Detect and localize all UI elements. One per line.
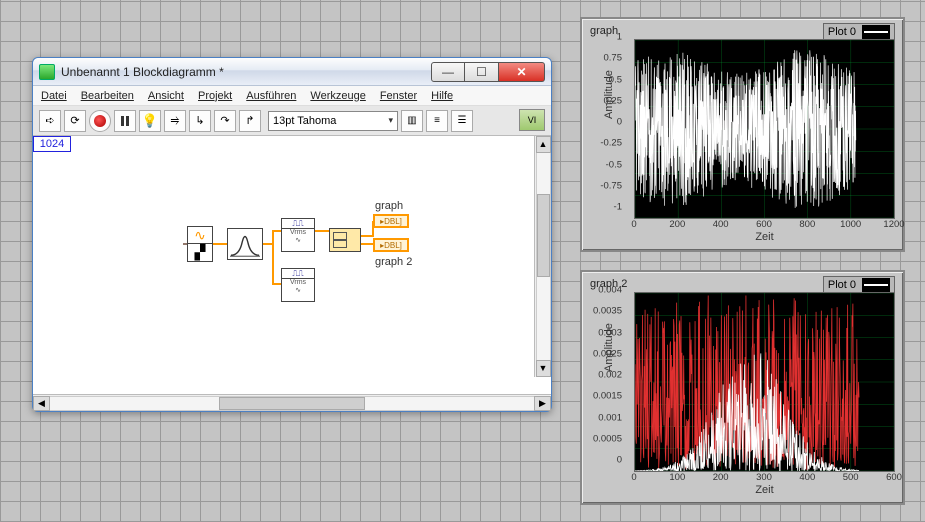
graph-panel: graph Plot 0 -1-0.75-0.5-0.2500.250.50.7…	[580, 17, 905, 252]
menu-werkzeuge[interactable]: Werkzeuge	[310, 90, 365, 102]
diagram-canvas[interactable]: 1024 ∿ ▞ ⎍⎍ Vrms∿ ⎍⎍ Vrms∿ ▸DBL] ▸DBL] g…	[33, 136, 551, 394]
menu-hilfe[interactable]: Hilfe	[431, 90, 453, 102]
noise-icon: ▞	[188, 244, 212, 261]
menu-datei[interactable]: Datei	[41, 90, 67, 102]
graph-terminal[interactable]: ▸DBL]	[373, 214, 409, 228]
scroll-right-button[interactable]: ▶	[534, 396, 551, 411]
graph-ylabel: Amplitude	[603, 70, 615, 119]
scroll-left-button[interactable]: ◀	[33, 396, 50, 411]
sine-icon: ∿	[188, 227, 212, 244]
menu-bar: Datei Bearbeiten Ansicht Projekt Ausführ…	[33, 86, 551, 106]
pause-button[interactable]	[114, 110, 136, 132]
step-into-button[interactable]: ↳	[189, 110, 211, 132]
diagram-wires	[33, 136, 551, 394]
menu-ansicht[interactable]: Ansicht	[148, 90, 184, 102]
run-continuous-button[interactable]: ⟳	[64, 110, 86, 132]
graph2-xticks: 0100200300400500600	[634, 472, 895, 484]
distribute-button[interactable]: ≡	[426, 110, 448, 132]
vertical-scrollbar[interactable]: ▲ ▼	[534, 136, 551, 377]
graph-xticks: 020040060080010001200	[634, 219, 895, 231]
run-button[interactable]: ➪	[39, 110, 61, 132]
window-title: Unbenannt 1 Blockdiagramm *	[61, 65, 431, 79]
block-diagram-window: Unbenannt 1 Blockdiagramm * — ☐ ✕ Datei …	[32, 57, 552, 412]
minimize-button[interactable]: —	[431, 62, 465, 82]
horizontal-scrollbar[interactable]: ◀ ▶	[33, 394, 551, 411]
menu-bearbeiten[interactable]: Bearbeiten	[81, 90, 134, 102]
gaussian-node[interactable]	[227, 228, 263, 260]
app-icon	[39, 64, 55, 80]
menu-projekt[interactable]: Projekt	[198, 90, 232, 102]
graph2-plot-area[interactable]: Amplitude	[634, 292, 895, 472]
step-over-button[interactable]: ↷	[214, 110, 236, 132]
toolbar: ➪ ⟳ 💡 ⥤ ↳ ↷ ↱ 13pt Tahoma ▥ ≡ ☰ VI	[33, 106, 551, 136]
font-selector[interactable]: 13pt Tahoma	[268, 111, 398, 131]
graph-xlabel: Zeit	[634, 231, 895, 243]
numeric-constant[interactable]: 1024	[33, 136, 71, 152]
menu-fenster[interactable]: Fenster	[380, 90, 417, 102]
scroll-down-button[interactable]: ▼	[536, 360, 551, 377]
rms-node-2[interactable]: ⎍⎍ Vrms∿	[281, 268, 315, 302]
rms-node-icon: ⎍⎍	[282, 219, 314, 229]
scroll-thumb-v[interactable]	[537, 194, 550, 277]
legend-swatch-icon	[862, 25, 890, 39]
highlight-button[interactable]: 💡	[139, 110, 161, 132]
graph2-terminal[interactable]: ▸DBL]	[373, 238, 409, 252]
close-button[interactable]: ✕	[499, 62, 545, 82]
graph2-ylabel: Amplitude	[603, 323, 615, 372]
maximize-button[interactable]: ☐	[465, 62, 499, 82]
signal-generator-node[interactable]: ∿ ▞	[187, 226, 213, 262]
graph-terminal-label: graph	[375, 200, 403, 212]
window-buttons: — ☐ ✕	[431, 62, 545, 82]
graph2-terminal-label: graph 2	[375, 256, 412, 268]
scroll-up-button[interactable]: ▲	[536, 136, 551, 153]
record-button[interactable]	[89, 110, 111, 132]
legend-swatch-icon	[862, 278, 890, 292]
context-help-icon[interactable]: VI	[519, 109, 545, 131]
rms-node-icon: ⎍⎍	[282, 269, 314, 279]
retain-wire-button[interactable]: ⥤	[164, 110, 186, 132]
window-titlebar[interactable]: Unbenannt 1 Blockdiagramm * — ☐ ✕	[33, 58, 551, 86]
menu-ausfuehren[interactable]: Ausführen	[246, 90, 296, 102]
rms-node-1[interactable]: ⎍⎍ Vrms∿	[281, 218, 315, 252]
scroll-thumb-h[interactable]	[219, 397, 364, 410]
reorder-button[interactable]: ☰	[451, 110, 473, 132]
build-array-node[interactable]	[329, 228, 361, 252]
step-out-button[interactable]: ↱	[239, 110, 261, 132]
graph2-panel: graph 2 Plot 0 00.00050.0010.00150.0020.…	[580, 270, 905, 505]
graph2-xlabel: Zeit	[634, 484, 895, 496]
align-button[interactable]: ▥	[401, 110, 423, 132]
graph-plot-area[interactable]: Amplitude	[634, 39, 895, 219]
